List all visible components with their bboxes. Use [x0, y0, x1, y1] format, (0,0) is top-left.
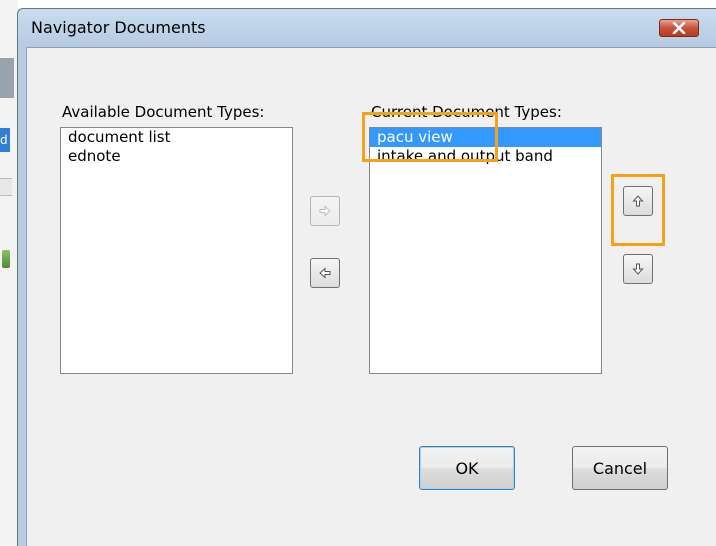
dialog-client-area: Available Document Types: document list e…: [26, 47, 716, 546]
background-selected-text: d: [0, 128, 10, 152]
current-types-label: Current Document Types:: [371, 103, 562, 121]
arrow-up-icon: [632, 195, 644, 207]
remove-button[interactable]: [310, 258, 340, 288]
current-list-item[interactable]: intake and output band: [370, 147, 601, 166]
move-down-button[interactable]: [623, 254, 653, 284]
ok-button[interactable]: OK: [419, 446, 515, 490]
background-row-strip: [0, 178, 12, 196]
available-types-label: Available Document Types:: [62, 103, 265, 121]
background-toolbar-strip: [0, 58, 14, 98]
cancel-button[interactable]: Cancel: [572, 446, 668, 490]
close-icon: [672, 22, 686, 34]
arrow-right-icon: [319, 205, 331, 217]
screen: d Navigator Documents Available Document…: [0, 0, 716, 546]
current-list-item[interactable]: pacu view: [370, 128, 601, 147]
navigator-documents-dialog: Navigator Documents Available Document T…: [17, 8, 716, 546]
available-list-item[interactable]: document list: [61, 128, 292, 147]
background-app-fragment: d: [0, 0, 18, 546]
add-button[interactable]: [310, 196, 340, 226]
close-button[interactable]: [659, 19, 699, 37]
arrow-down-icon: [632, 263, 644, 275]
dialog-titlebar[interactable]: Navigator Documents: [18, 9, 716, 47]
current-types-list[interactable]: pacu view intake and output band: [369, 127, 602, 374]
dialog-title: Navigator Documents: [31, 18, 206, 37]
background-icon: [2, 250, 10, 268]
arrow-left-icon: [319, 267, 331, 279]
available-types-list[interactable]: document list ednote: [60, 127, 293, 374]
available-list-item[interactable]: ednote: [61, 147, 292, 166]
move-up-button[interactable]: [623, 186, 653, 216]
